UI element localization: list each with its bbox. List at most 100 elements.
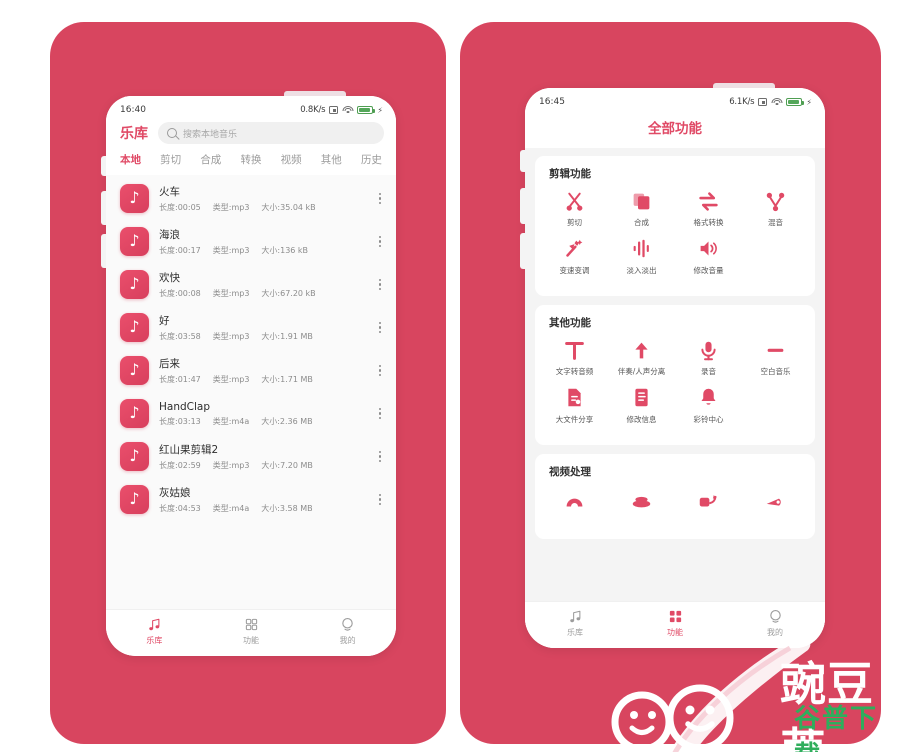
function-item-混音[interactable]: 混音 [742,190,809,227]
nav-label: 功能 [243,636,259,645]
function-item[interactable] [675,488,742,517]
function-grid: 剪切 合成 格式转换 混音 变速变调 淡入淡出 修改音量 [541,190,809,285]
track-meta: 长度:00:05 类型:mp3 大小:35.04 kB [159,202,372,213]
library-header: 乐库 搜索本地音乐 [106,119,396,152]
track-info: 欢快 长度:00:08 类型:mp3 大小:67.20 kB [159,270,372,299]
search-input[interactable]: 搜索本地音乐 [158,122,384,144]
grid-icon [668,609,683,623]
tab-2[interactable]: 合成 [200,152,221,167]
nav-item-功能[interactable]: 功能 [203,617,300,646]
track-type: 类型:m4a [212,416,250,426]
functions-header: 全部功能 [525,111,825,148]
nav-item-乐库[interactable]: 乐库 [525,609,625,638]
track-row[interactable]: ♪ HandClap 长度:03:13 类型:m4a 大小:2.36 MB [106,392,396,435]
function-item-剪切[interactable]: 剪切 [541,190,608,227]
track-more-button[interactable] [372,364,384,377]
grid-icon [244,617,259,631]
left-phone-mockup: 16:40 0.8K/s ⚡ 乐库 搜索本地音乐 本地 剪切 合成 转换 视频 其他 历史 [101,91,396,656]
track-more-button[interactable] [372,493,384,506]
track-meta: 长度:00:17 类型:mp3 大小:136 kB [159,245,372,256]
function-item-格式转换[interactable]: 格式转换 [675,190,742,227]
music-note-icon: ♪ [129,274,140,293]
right-phone-mockup: 16:45 6.1K/s ⚡ 全部功能 剪辑功能 剪切 合成 格式转换 混音 变… [520,83,825,648]
track-meta: 长度:01:47 类型:mp3 大小:1.71 MB [159,374,372,385]
track-info: 后来 长度:01:47 类型:mp3 大小:1.71 MB [159,356,372,385]
video-arc-icon [564,488,585,510]
function-item-修改音量[interactable]: 修改音量 [675,238,742,286]
function-item-大文件分享[interactable]: 大文件分享 [541,387,608,424]
track-info: 灰姑娘 长度:04:53 类型:m4a 大小:3.58 MB [159,485,372,514]
function-item-伴奏/人声分离[interactable]: 伴奏/人声分离 [608,339,675,376]
page-title: 乐库 [120,126,148,142]
function-item-彩铃中心[interactable]: 彩铃中心 [675,387,742,435]
network-speed-label: 0.8K/s [300,105,326,115]
tab-5[interactable]: 其他 [321,152,342,167]
function-label: 伴奏/人声分离 [617,367,666,376]
track-size: 大小:136 kB [261,246,309,255]
track-artwork: ♪ [120,399,149,428]
track-row[interactable]: ♪ 后来 长度:01:47 类型:mp3 大小:1.71 MB [106,349,396,392]
track-list[interactable]: ♪ 火车 长度:00:05 类型:mp3 大小:35.04 kB ♪ 海浪 长度:0… [106,175,396,609]
track-type: 类型:mp3 [212,203,250,212]
screenshot-canvas: 16:40 0.8K/s ⚡ 乐库 搜索本地音乐 本地 剪切 合成 转换 视频 其他 历史 [0,0,901,752]
battery-icon [786,97,804,107]
functions-body[interactable]: 剪辑功能 剪切 合成 格式转换 混音 变速变调 淡入淡出 修改音量 其他功能 文… [525,148,825,648]
status-time: 16:40 [120,105,146,115]
music-note-icon: ♪ [129,317,140,336]
right-phone-screen: 16:45 6.1K/s ⚡ 全部功能 剪辑功能 剪切 合成 格式转换 混音 变… [525,88,825,648]
function-label: 文字转音频 [555,367,594,376]
track-more-button[interactable] [372,450,384,463]
function-item[interactable] [608,488,675,517]
tab-0[interactable]: 本地 [120,152,141,167]
upload-arrow-icon [631,339,652,361]
music-note-icon: ♪ [129,446,140,465]
track-artwork: ♪ [120,270,149,299]
function-item-变速变调[interactable]: 变速变调 [541,238,608,275]
track-row[interactable]: ♪ 好 长度:03:58 类型:mp3 大小:1.91 MB [106,306,396,349]
music-note-icon [147,617,162,631]
track-row[interactable]: ♪ 灰姑娘 长度:04:53 类型:m4a 大小:3.58 MB [106,478,396,521]
track-size: 大小:7.20 MB [261,461,313,470]
track-size: 大小:1.91 MB [261,332,313,341]
track-row[interactable]: ♪ 海浪 长度:00:17 类型:mp3 大小:136 kB [106,220,396,263]
nav-label: 乐库 [146,636,163,645]
track-more-button[interactable] [372,278,384,291]
function-item-修改信息[interactable]: 修改信息 [608,387,675,424]
track-row[interactable]: ♪ 火车 长度:00:05 类型:mp3 大小:35.04 kB [106,177,396,220]
track-more-button[interactable] [372,321,384,334]
track-meta: 长度:02:59 类型:mp3 大小:7.20 MB [159,460,372,471]
battery-icon [357,105,375,115]
music-note-icon: ♪ [129,489,140,508]
track-duration: 长度:00:05 [159,203,201,212]
wifi-icon [771,97,783,107]
function-item-录音[interactable]: 录音 [675,339,742,376]
function-item[interactable] [541,488,608,517]
nav-label: 乐库 [567,628,583,637]
scissors-icon [564,190,585,212]
function-item-文字转音频[interactable]: 文字转音频 [541,339,608,376]
tab-3[interactable]: 转换 [240,152,261,167]
function-label: 录音 [701,367,716,376]
function-item[interactable] [742,488,809,528]
track-row[interactable]: ♪ 欢快 长度:00:08 类型:mp3 大小:67.20 kB [106,263,396,306]
tab-4[interactable]: 视频 [281,152,302,167]
function-item-空白音乐[interactable]: 空白音乐 [742,339,809,376]
track-more-button[interactable] [372,192,384,205]
function-item-合成[interactable]: 合成 [608,190,675,227]
search-placeholder: 搜索本地音乐 [183,129,238,140]
function-item-淡入淡出[interactable]: 淡入淡出 [608,238,675,275]
left-phone-screen: 16:40 0.8K/s ⚡ 乐库 搜索本地音乐 本地 剪切 合成 转换 视频 其他 历史 [106,96,396,656]
track-artwork: ♪ [120,313,149,342]
track-info: 火车 长度:00:05 类型:mp3 大小:35.04 kB [159,184,372,213]
tab-6[interactable]: 历史 [361,152,382,167]
track-info: 好 长度:03:58 类型:mp3 大小:1.91 MB [159,313,372,342]
track-more-button[interactable] [372,407,384,420]
section-title: 剪辑功能 [549,168,591,180]
function-section: 剪辑功能 剪切 合成 格式转换 混音 变速变调 淡入淡出 修改音量 [535,156,815,296]
track-more-button[interactable] [372,235,384,248]
nav-item-我的[interactable]: 我的 [299,617,396,646]
nav-item-乐库[interactable]: 乐库 [106,617,203,646]
track-row[interactable]: ♪ 红山果剪辑2 长度:02:59 类型:mp3 大小:7.20 MB [106,435,396,478]
function-label: 彩铃中心 [693,414,724,424]
tab-1[interactable]: 剪切 [160,152,181,167]
